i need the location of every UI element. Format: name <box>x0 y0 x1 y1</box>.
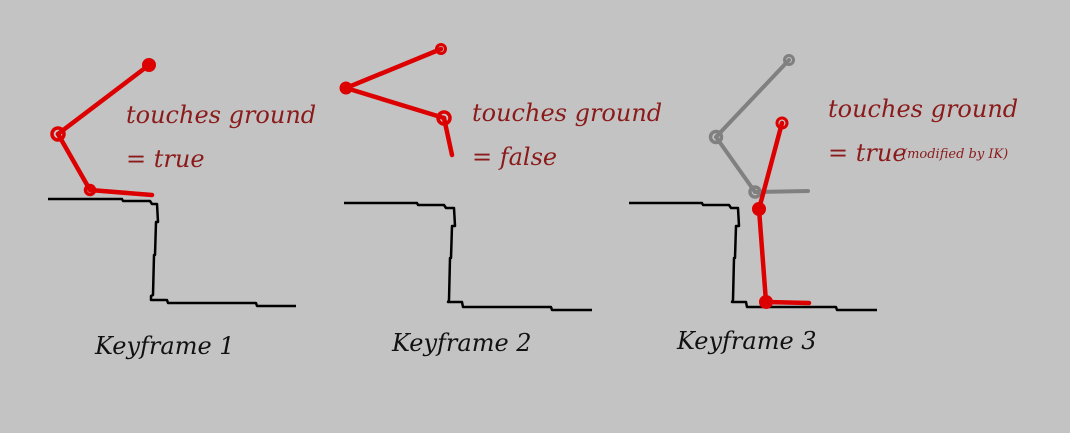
keyframe-caption-1: Keyframe 1 <box>95 332 235 360</box>
touches-ground-label-1: touches ground <box>126 101 317 129</box>
touches-ground-label-3: touches ground <box>828 95 1019 123</box>
diagram-drawing <box>48 43 877 312</box>
keyframe-caption-3: Keyframe 3 <box>677 327 817 355</box>
ground-step-2 <box>344 201 592 312</box>
diagram-canvas: touches ground = true Keyframe 1 touches… <box>0 0 1070 428</box>
leg-keyframe-3-ik <box>752 116 812 309</box>
leg-keyframe-3-previous <box>708 54 810 199</box>
touches-ground-value-1: = true <box>126 145 205 173</box>
touches-ground-value-3: = true <box>828 139 907 167</box>
ground-step-3 <box>629 201 877 312</box>
touches-ground-value-2: = false <box>472 143 558 171</box>
keyframe-caption-2: Keyframe 2 <box>392 329 532 357</box>
ik-modification-note: (modified by IK) <box>902 147 1009 162</box>
ground-step-1 <box>48 197 296 308</box>
leg-keyframe-2 <box>339 43 455 158</box>
touches-ground-label-2: touches ground <box>472 99 663 127</box>
